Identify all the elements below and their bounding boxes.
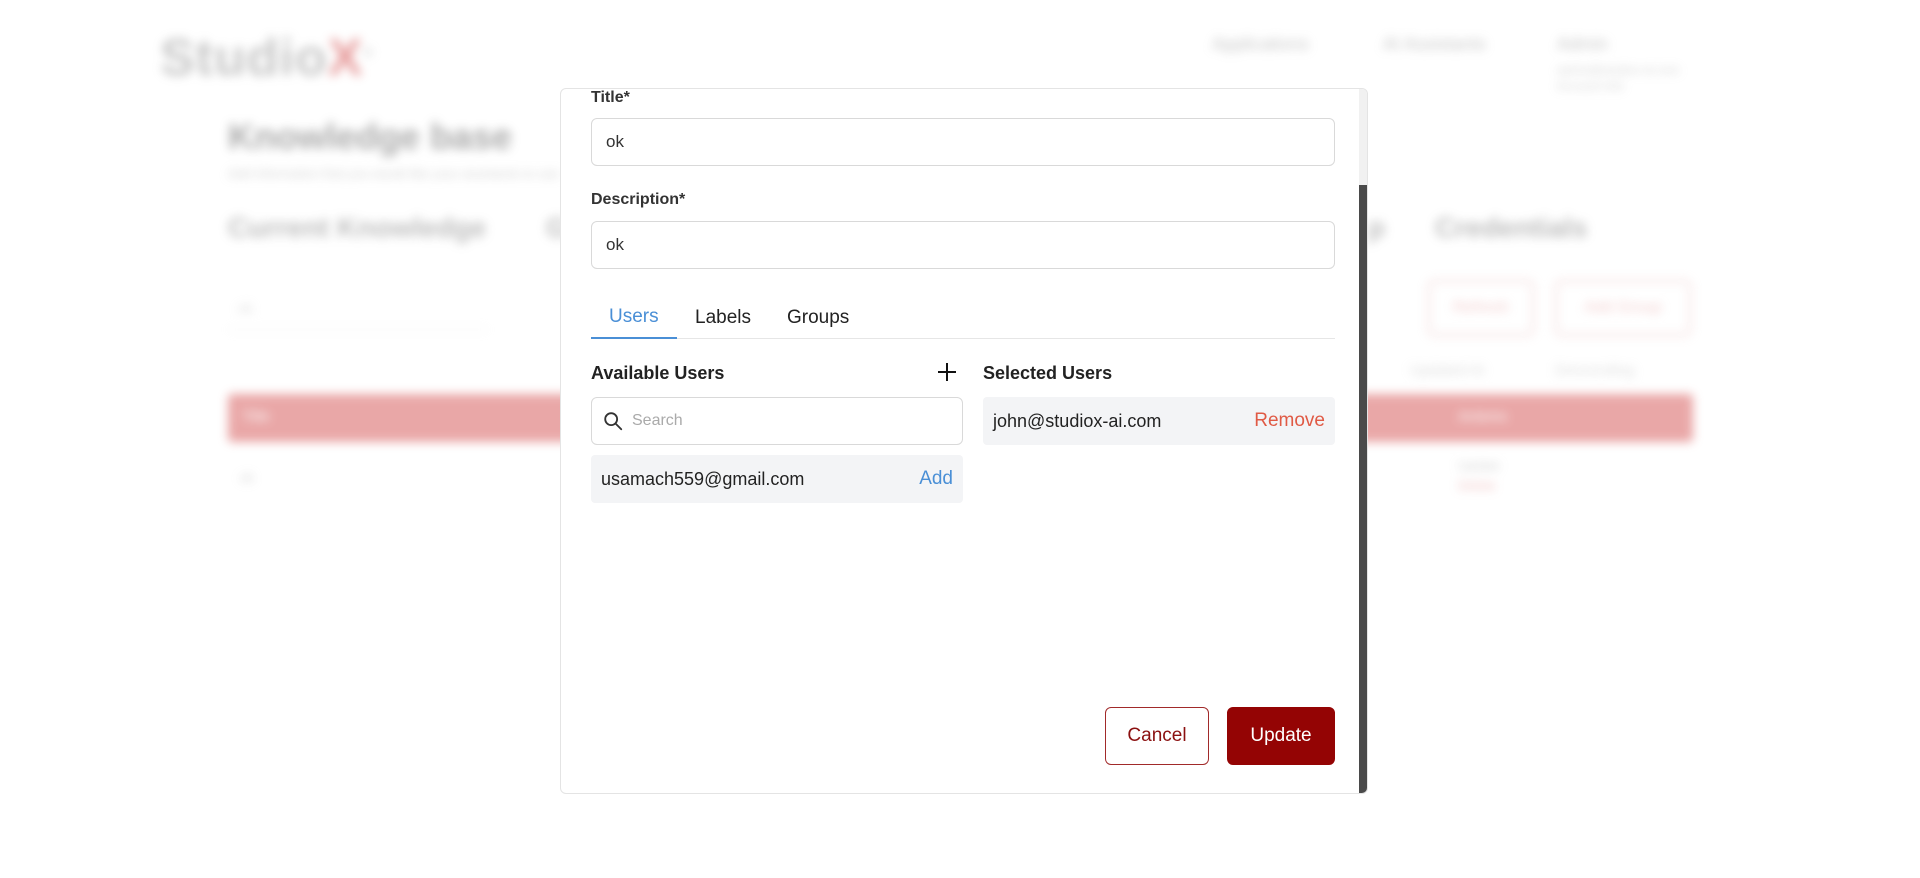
bg-filter-sort-order: Descending bbox=[1555, 362, 1635, 379]
modal-scrollbar-thumb[interactable] bbox=[1359, 185, 1367, 793]
bg-table-head-actions: Actions bbox=[1458, 408, 1508, 425]
description-label: Description* bbox=[591, 191, 686, 208]
available-user-email: usamach559@gmail.com bbox=[601, 468, 805, 489]
user-search-input[interactable] bbox=[632, 412, 952, 430]
plus-icon[interactable] bbox=[936, 361, 958, 383]
title-input[interactable]: ok bbox=[591, 118, 1335, 166]
available-user-item: usamach559@gmail.com Add bbox=[591, 455, 963, 503]
bg-select: ok bbox=[228, 290, 488, 330]
bg-filter-sort-field: Updated At bbox=[1410, 362, 1485, 379]
tab-groups[interactable]: Groups bbox=[769, 297, 867, 339]
update-button[interactable]: Update bbox=[1227, 707, 1335, 765]
bg-tab-current-knowledge: Current Knowledge bbox=[228, 212, 487, 243]
page-title: Knowledge base bbox=[228, 116, 513, 157]
description-input[interactable]: ok bbox=[591, 221, 1335, 269]
page-subtitle: Add information that you would like your… bbox=[228, 166, 559, 181]
tab-users[interactable]: Users bbox=[591, 297, 677, 339]
search-icon bbox=[604, 412, 623, 431]
bg-table-cell: ok bbox=[240, 470, 254, 485]
edit-group-modal: Title* ok Description* ok Users Labels G… bbox=[560, 88, 1368, 794]
modal-tabs: Users Labels Groups bbox=[591, 289, 1335, 339]
bg-refresh-button: Refresh bbox=[1428, 280, 1534, 336]
bg-tab-3: p bbox=[1368, 212, 1386, 243]
bg-tab-credentials: Credentials bbox=[1435, 212, 1588, 243]
bg-row-delete: Delete bbox=[1458, 478, 1496, 493]
bg-add-group-button: Add Group bbox=[1555, 280, 1691, 336]
app-logo: StudioX® bbox=[160, 29, 374, 87]
bg-row-update: Update bbox=[1458, 458, 1500, 473]
cancel-button[interactable]: Cancel bbox=[1105, 707, 1209, 765]
title-label: Title* bbox=[591, 89, 630, 106]
remove-user-link[interactable]: Remove bbox=[1254, 410, 1325, 432]
user-search-box[interactable] bbox=[591, 397, 963, 445]
selected-users-title: Selected Users bbox=[983, 363, 1113, 383]
bg-table-head-title: Title bbox=[242, 408, 270, 425]
selected-user-email: john@studiox-ai.com bbox=[993, 410, 1162, 431]
admin-details: admin@studiox-ai.com Account Info bbox=[1557, 63, 1680, 93]
add-user-link[interactable]: Add bbox=[919, 468, 953, 490]
available-users-title: Available Users bbox=[591, 363, 725, 383]
selected-user-item: john@studiox-ai.com Remove bbox=[983, 397, 1335, 445]
admin-name: Admin bbox=[1557, 34, 1609, 54]
tab-labels[interactable]: Labels bbox=[677, 297, 769, 339]
nav-ai-assistants: AI Assistants bbox=[1383, 34, 1487, 54]
nav-applications: Applications bbox=[1212, 34, 1310, 54]
